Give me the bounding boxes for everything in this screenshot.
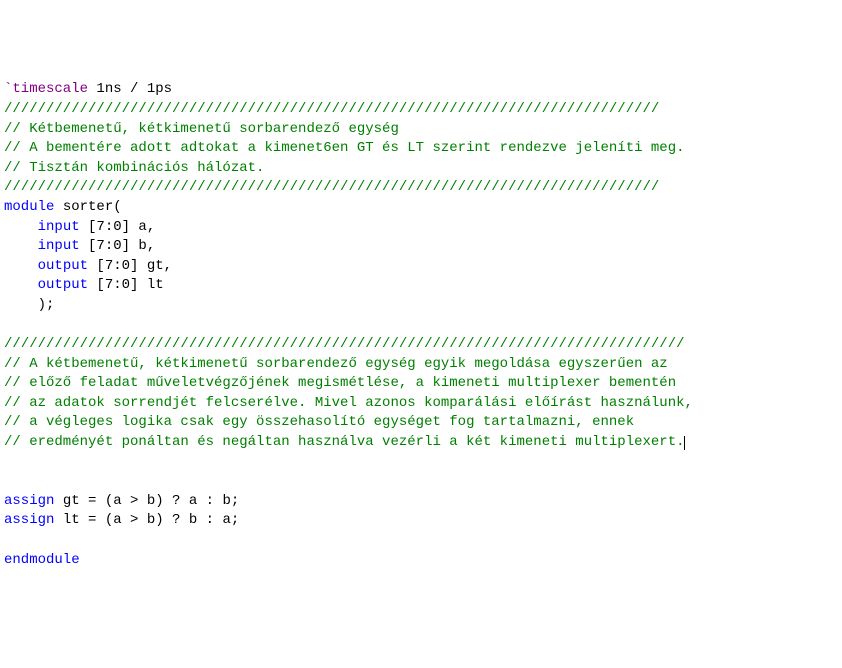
code-token: // A bementére adott adtokat a kimenet6e…	[4, 140, 685, 156]
code-token: sorter(	[54, 199, 121, 215]
code-token: // A kétbemenetű, kétkimenetű sorbarende…	[4, 356, 668, 372]
code-token: ////////////////////////////////////////…	[4, 336, 685, 352]
code-line[interactable]: ////////////////////////////////////////…	[4, 335, 838, 355]
code-line[interactable]	[4, 453, 838, 473]
code-token: assign	[4, 512, 54, 528]
code-line[interactable]: module sorter(	[4, 198, 838, 218]
code-token	[4, 238, 38, 254]
code-line[interactable]: // előző feladat műveletvégzőjének megis…	[4, 374, 838, 394]
code-line[interactable]: // Kétbemenetű, kétkimenetű sorbarendező…	[4, 120, 838, 140]
code-token: [7:0] a,	[80, 219, 156, 235]
code-token: 1ns / 1ps	[88, 81, 172, 97]
code-token: ////////////////////////////////////////…	[4, 101, 659, 117]
code-line[interactable]	[4, 472, 838, 492]
code-line[interactable]	[4, 316, 838, 336]
code-line[interactable]: // Tisztán kombinációs hálózat.	[4, 159, 838, 179]
code-token: lt = (a > b) ? b : a;	[54, 512, 239, 528]
code-token: assign	[4, 493, 54, 509]
code-line[interactable]: output [7:0] lt	[4, 276, 838, 296]
text-cursor	[684, 436, 685, 450]
code-line[interactable]: output [7:0] gt,	[4, 257, 838, 277]
code-token: // eredményét ponáltan és negáltan haszn…	[4, 434, 685, 450]
code-token	[4, 258, 38, 274]
code-token: [7:0] b,	[80, 238, 156, 254]
code-token: input	[38, 238, 80, 254]
code-token: output	[38, 258, 88, 274]
code-token: // Tisztán kombinációs hálózat.	[4, 160, 264, 176]
code-line[interactable]: // A kétbemenetű, kétkimenetű sorbarende…	[4, 355, 838, 375]
code-token	[4, 277, 38, 293]
code-token: input	[38, 219, 80, 235]
code-line[interactable]: input [7:0] b,	[4, 237, 838, 257]
code-token	[4, 219, 38, 235]
code-token: endmodule	[4, 552, 80, 568]
code-token: // az adatok sorrendjét felcserélve. Miv…	[4, 395, 693, 411]
code-line[interactable]: `timescale 1ns / 1ps	[4, 80, 838, 100]
code-token: [7:0] gt,	[88, 258, 172, 274]
code-line[interactable]: assign gt = (a > b) ? a : b;	[4, 492, 838, 512]
code-line[interactable]: assign lt = (a > b) ? b : a;	[4, 511, 838, 531]
code-line[interactable]: );	[4, 296, 838, 316]
code-line[interactable]: // a végleges logika csak egy összehasol…	[4, 413, 838, 433]
code-token: module	[4, 199, 54, 215]
code-line[interactable]: endmodule	[4, 551, 838, 571]
code-token: [7:0] lt	[88, 277, 164, 293]
code-line[interactable]: // eredményét ponáltan és negáltan haszn…	[4, 433, 838, 453]
code-editor[interactable]: `timescale 1ns / 1ps////////////////////…	[4, 80, 838, 570]
code-token: // Kétbemenetű, kétkimenetű sorbarendező…	[4, 121, 399, 137]
code-token: );	[4, 297, 54, 313]
code-token: ////////////////////////////////////////…	[4, 179, 659, 195]
code-line[interactable]: // A bementére adott adtokat a kimenet6e…	[4, 139, 838, 159]
code-token: output	[38, 277, 88, 293]
code-line[interactable]: // az adatok sorrendjét felcserélve. Miv…	[4, 394, 838, 414]
code-token: `timescale	[4, 81, 88, 97]
code-line[interactable]: ////////////////////////////////////////…	[4, 178, 838, 198]
code-token: // előző feladat műveletvégzőjének megis…	[4, 375, 676, 391]
code-line[interactable]: ////////////////////////////////////////…	[4, 100, 838, 120]
code-line[interactable]	[4, 531, 838, 551]
code-token: // a végleges logika csak egy összehasol…	[4, 414, 634, 430]
code-token: gt = (a > b) ? a : b;	[54, 493, 239, 509]
code-line[interactable]: input [7:0] a,	[4, 218, 838, 238]
